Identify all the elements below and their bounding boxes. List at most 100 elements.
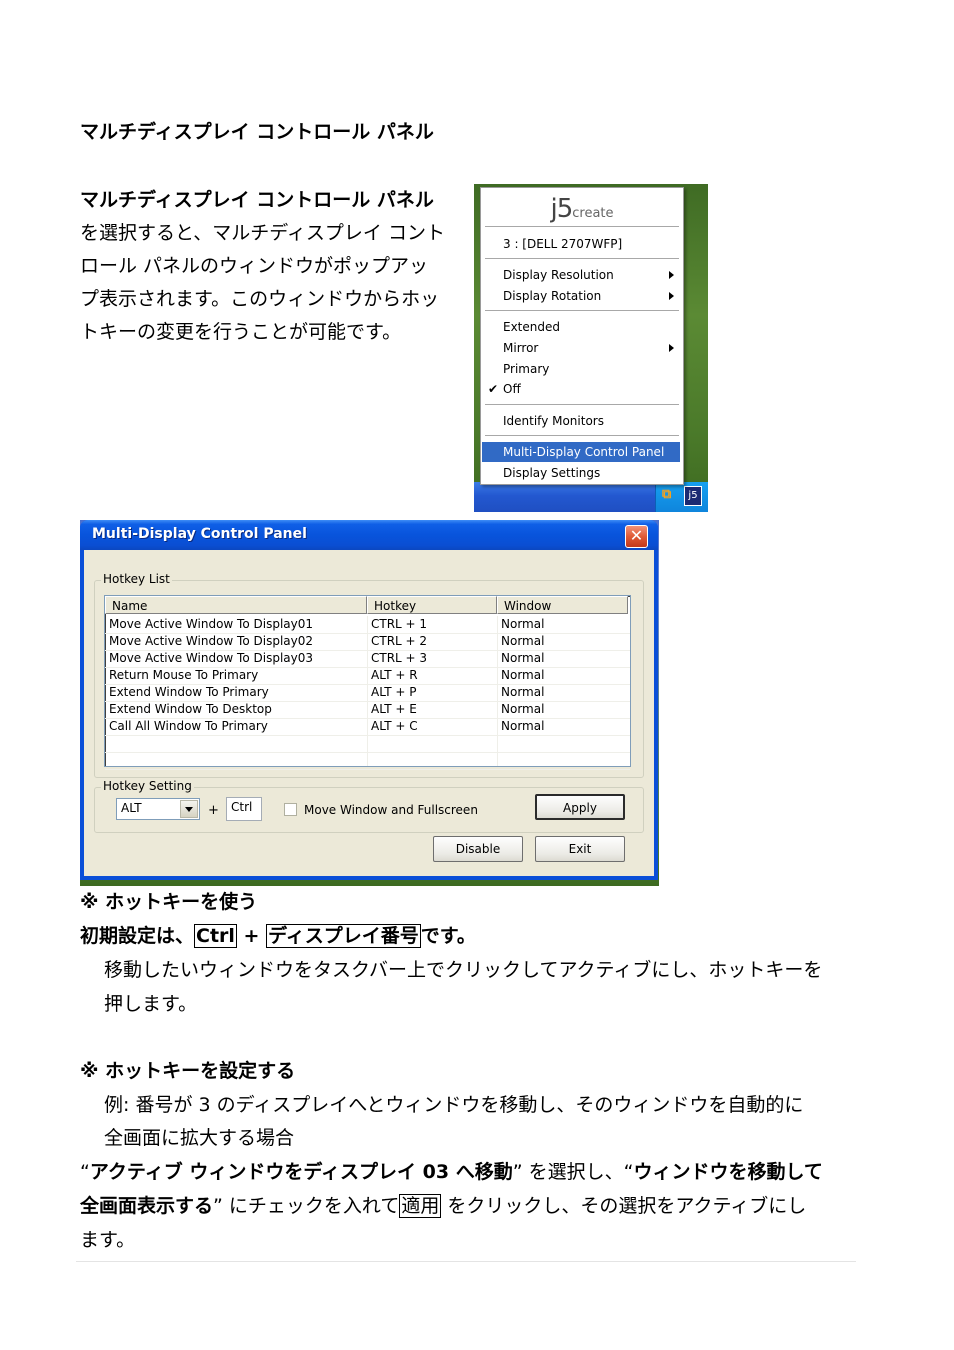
column-header-hotkey[interactable]: Hotkey: [367, 596, 497, 614]
menu-separator: [485, 404, 679, 406]
menu-separator: [485, 226, 679, 228]
multi-display-control-panel-window: Multi-Display Control Panel ✕ Hotkey Lis…: [80, 520, 658, 880]
modifier-select[interactable]: ALT: [116, 798, 200, 820]
cell-name: [105, 735, 367, 752]
table-row[interactable]: Move Active Window To Display02 CTRL + 2 N…: [105, 633, 630, 651]
intro-line: プ表示されます。このウィンドウからホッ: [80, 288, 440, 310]
column-header-name[interactable]: Name: [105, 596, 367, 614]
table-row[interactable]: Call All Window To Primary ALT + C Normal: [105, 718, 630, 736]
menu-separator: [485, 310, 679, 312]
menu-item-off[interactable]: ✔ Off: [482, 379, 680, 399]
cell-window: [497, 752, 628, 769]
intro-bold-lead: マルチディスプレイ コントロール パネル: [80, 189, 434, 211]
intro-line: ロール パネルのウィンドウがポップアッ: [80, 255, 429, 277]
ctrl-key-box: Ctrl: [194, 924, 237, 948]
intro-paragraph: マルチディスプレイ コントロール パネル を選択すると、マルチディスプレイ コン…: [80, 184, 460, 349]
context-menu-screenshot: ⧉ j5 j5create 3 : [DELL 2707WFP] Display…: [474, 184, 708, 512]
title-bar[interactable]: Multi-Display Control Panel ✕: [80, 520, 658, 550]
dialog-client-area: Hotkey List Name Hotkey Window Move Acti…: [84, 550, 654, 876]
table-row[interactable]: Extend Window To Primary ALT + P Normal: [105, 684, 630, 702]
column-header-window[interactable]: Window: [497, 596, 628, 614]
page-heading: マルチディスプレイ コントロール パネル: [80, 121, 434, 143]
table-row: [105, 735, 630, 753]
key-input[interactable]: Ctrl: [226, 797, 262, 821]
cell-window: Normal: [501, 617, 545, 631]
cell-name: [105, 752, 367, 769]
cell-hotkey: ALT + E: [371, 702, 417, 716]
cell-hotkey: [367, 735, 497, 752]
cell-window: Normal: [501, 719, 545, 733]
section-use-title: ※ ホットキーを使う: [80, 891, 258, 913]
cell-hotkey: CTRL + 3: [371, 651, 428, 665]
disable-button[interactable]: Disable: [433, 836, 523, 862]
menu-item-primary[interactable]: Primary: [482, 359, 680, 379]
system-tray: ⧉ j5: [655, 482, 708, 512]
window-title: Multi-Display Control Panel: [92, 526, 307, 542]
cell-hotkey: [367, 752, 497, 769]
menu-item-multi-display-control-panel[interactable]: Multi-Display Control Panel: [482, 442, 680, 462]
section-set-title: ※ ホットキーを設定する: [80, 1060, 296, 1082]
j5-monitor-icon[interactable]: j5: [684, 486, 702, 506]
use-body-line: 押します。: [104, 993, 198, 1015]
apply-boxed-term: 適用: [399, 1194, 442, 1218]
chevron-down-icon[interactable]: [180, 800, 198, 818]
menu-item-display-rotation[interactable]: Display Rotation: [482, 286, 680, 306]
context-menu: j5create 3 : [DELL 2707WFP] Display Reso…: [480, 187, 684, 485]
cell-hotkey: CTRL + 2: [371, 634, 428, 648]
menu-separator: [485, 435, 679, 437]
intro-line: を選択すると、マルチディスプレイ コント: [80, 222, 445, 244]
list-header: Name Hotkey Window: [105, 596, 630, 616]
menu-item-mirror[interactable]: Mirror: [482, 338, 680, 358]
footer-divider: [76, 1261, 856, 1262]
move-window-fullscreen-checkbox[interactable]: [284, 803, 297, 816]
example-line: 例: 番号が 3 のディスプレイへとウィンドウを移動し、そのウィンドウを自動的に: [104, 1094, 804, 1116]
hotkey-list[interactable]: Name Hotkey Window Move Active Window To…: [104, 595, 631, 770]
cell-window: Normal: [501, 668, 545, 682]
use-body-line: 移動したいウィンドウをタスクバー上でクリックしてアクティブにし、ホットキーを: [104, 959, 823, 981]
display-number-box: ディスプレイ番号: [266, 924, 421, 948]
table-row: [105, 752, 630, 770]
cell-window: Normal: [501, 634, 545, 648]
menu-item-extended[interactable]: Extended: [482, 317, 680, 337]
instruction-line-3: ます。: [80, 1229, 136, 1251]
menu-item-display-settings[interactable]: Display Settings: [482, 463, 680, 483]
plus-sign: +: [208, 803, 219, 818]
submenu-arrow-icon: [669, 344, 674, 352]
close-icon: ✕: [629, 526, 644, 545]
intro-line: トキーの変更を行うことが可能です。: [80, 321, 402, 343]
office-icon[interactable]: ⧉: [662, 487, 678, 503]
checkbox-label[interactable]: Move Window and Fullscreen: [304, 803, 478, 817]
default-setting-line: 初期設定は、 Ctrl + ディスプレイ番号 です。: [80, 924, 476, 948]
close-button[interactable]: ✕: [625, 525, 648, 548]
table-row[interactable]: Extend Window To Desktop ALT + E Normal: [105, 701, 630, 719]
cell-name: Extend Window To Desktop: [109, 702, 272, 716]
instruction-line-1: “アクティブ ウィンドウをディスプレイ 03 へ移動” を選択し、“ウィンドウを…: [80, 1161, 823, 1183]
cell-window: Normal: [501, 685, 545, 699]
cell-name: Move Active Window To Display03: [109, 651, 314, 665]
cell-hotkey: ALT + R: [371, 668, 418, 682]
cell-window: Normal: [501, 702, 545, 716]
checkmark-icon: ✔: [488, 382, 499, 396]
taskbar: ⧉ j5: [474, 482, 708, 512]
table-row[interactable]: Move Active Window To Display03 CTRL + 3 N…: [105, 650, 630, 668]
cell-name: Return Mouse To Primary: [109, 668, 259, 682]
hotkey-list-label: Hotkey List: [101, 572, 172, 586]
submenu-arrow-icon: [669, 292, 674, 300]
table-row[interactable]: Return Mouse To Primary ALT + R Normal: [105, 667, 630, 685]
dialog-screenshot: Multi-Display Control Panel ✕ Hotkey Lis…: [80, 520, 659, 886]
cell-name: Move Active Window To Display01: [109, 617, 314, 631]
menu-item-identify-monitors[interactable]: Identify Monitors: [482, 411, 680, 431]
apply-button[interactable]: Apply: [535, 794, 625, 820]
cell-hotkey: ALT + C: [371, 719, 418, 733]
cell-hotkey: CTRL + 1: [371, 617, 428, 631]
example-line: 全画面に拡大する場合: [104, 1127, 295, 1149]
cell-window: [497, 735, 628, 752]
exit-button[interactable]: Exit: [535, 836, 625, 862]
table-row[interactable]: Move Active Window To Display01 CTRL + 1 N…: [105, 616, 630, 634]
menu-item-display-resolution[interactable]: Display Resolution: [482, 265, 680, 285]
submenu-arrow-icon: [669, 271, 674, 279]
menu-item-monitor[interactable]: 3 : [DELL 2707WFP]: [482, 234, 680, 254]
hotkey-setting-label: Hotkey Setting: [101, 779, 194, 793]
instruction-line-2: 全画面表示する” にチェックを入れて 適用 をクリックし、その選択をアクティブにし: [80, 1194, 807, 1218]
cell-name: Extend Window To Primary: [109, 685, 269, 699]
